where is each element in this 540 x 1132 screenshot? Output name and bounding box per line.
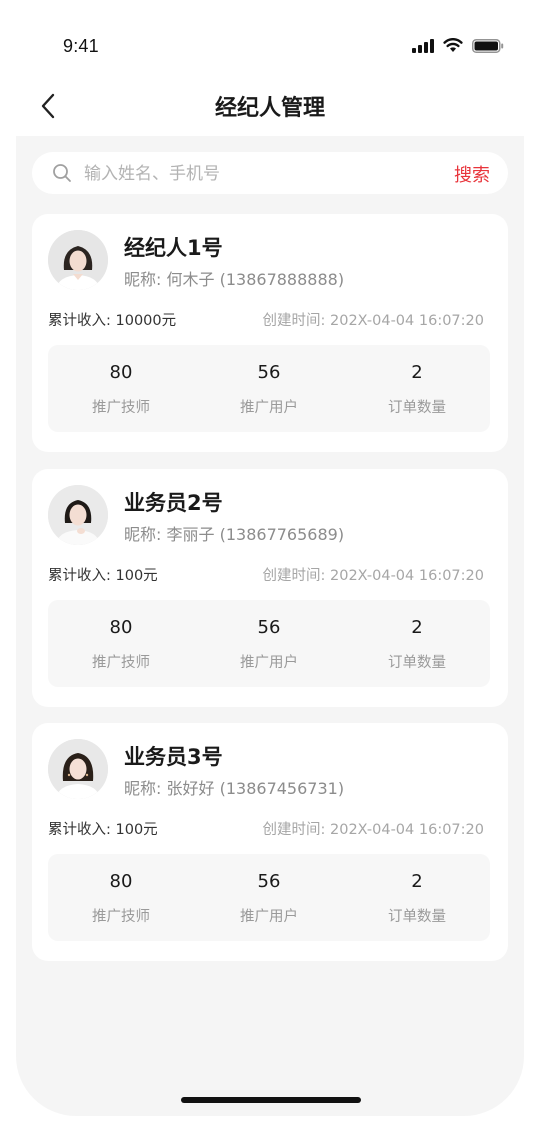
nickname: 张好好	[166, 779, 215, 798]
income-label: 累计收入:	[48, 313, 111, 329]
phone-number: (13867888888)	[219, 270, 345, 289]
nickname-row: 昵称: 何木子 (13867888888)	[124, 266, 344, 290]
stats-box: 80 推广技师 56 推广用户 2 订单数量	[48, 854, 490, 941]
nickname: 李丽子	[166, 525, 215, 544]
stat-promoted-technicians[interactable]: 80 推广技师	[61, 854, 181, 941]
stats-box: 80 推广技师 56 推广用户 2 订单数量	[48, 600, 490, 687]
agent-name: 业务员3号	[124, 745, 223, 769]
created-label: 创建时间:	[262, 313, 326, 329]
stat-order-count[interactable]: 2 订单数量	[357, 600, 477, 687]
stat-label: 订单数量	[388, 909, 446, 925]
phone-number: (13867456731)	[219, 779, 345, 798]
wifi-icon	[443, 38, 463, 52]
nickname-row: 昵称: 李丽子 (13867765689)	[124, 521, 344, 545]
income-value: 10000元	[115, 313, 177, 329]
avatar-portrait-icon	[48, 485, 108, 545]
nav-header: 经纪人管理	[0, 80, 540, 136]
status-bar: 9:41	[0, 0, 540, 80]
avatar	[48, 739, 108, 799]
home-indicator	[181, 1097, 361, 1103]
stat-value: 80	[109, 871, 133, 892]
income-value: 100元	[115, 822, 158, 838]
status-icons	[412, 38, 504, 53]
stat-promoted-users[interactable]: 56 推广用户	[209, 345, 329, 432]
avatar-portrait-icon	[48, 230, 108, 290]
stat-value: 80	[109, 362, 133, 383]
avatar-portrait-icon	[48, 739, 108, 799]
agent-card[interactable]: 业务员2号 昵称: 李丽子 (13867765689) 累计收入: 100元 创…	[32, 469, 508, 707]
income-value: 100元	[115, 568, 158, 584]
signal-icon	[412, 38, 434, 53]
created-row: 创建时间: 202X-04-04 16:07:20	[263, 564, 485, 585]
search-button[interactable]: 搜索	[454, 161, 490, 187]
income-row: 累计收入: 100元	[48, 564, 158, 585]
income-row: 累计收入: 100元	[48, 818, 158, 839]
stats-box: 80 推广技师 56 推广用户 2 订单数量	[48, 345, 490, 432]
agent-card[interactable]: 业务员3号 昵称: 张好好 (13867456731) 累计收入: 100元 创…	[32, 723, 508, 961]
stat-label: 推广用户	[240, 400, 298, 416]
agent-name: 经纪人1号	[124, 236, 223, 260]
stat-value: 2	[411, 617, 423, 638]
status-time: 9:41	[63, 36, 99, 56]
phone-screen: 9:41 经纪人管理 输入姓名、手机号 搜索 经纪人1号 昵称: 何木子 (13…	[0, 0, 540, 1132]
phone-number: (13867765689)	[219, 525, 345, 544]
income-row: 累计收入: 10000元	[48, 309, 176, 330]
income-label: 累计收入:	[48, 568, 111, 584]
content-area: 搜索 经纪人1号 昵称: 何木子 (13867888888) 累计收入:	[16, 136, 524, 1116]
search-bar: 搜索	[32, 152, 508, 194]
stat-value: 2	[411, 871, 423, 892]
stat-value: 56	[257, 362, 281, 383]
stat-label: 订单数量	[388, 400, 446, 416]
created-row: 创建时间: 202X-04-04 16:07:20	[263, 818, 485, 839]
stat-promoted-users[interactable]: 56 推广用户	[209, 600, 329, 687]
stat-value: 2	[411, 362, 423, 383]
income-label: 累计收入:	[48, 822, 111, 838]
created-label: 创建时间:	[262, 822, 326, 838]
stat-label: 推广技师	[92, 909, 150, 925]
stat-promoted-technicians[interactable]: 80 推广技师	[61, 600, 181, 687]
battery-icon	[472, 38, 504, 53]
nickname: 何木子	[166, 270, 215, 289]
created-value: 202X-04-04 16:07:20	[330, 313, 484, 329]
stat-label: 推广用户	[240, 655, 298, 671]
stat-value: 56	[257, 617, 281, 638]
page-title: 经纪人管理	[214, 96, 325, 121]
stat-order-count[interactable]: 2 订单数量	[357, 854, 477, 941]
stat-label: 推广技师	[92, 655, 150, 671]
avatar	[48, 485, 108, 545]
nickname-row: 昵称: 张好好 (13867456731)	[124, 775, 344, 799]
agent-card[interactable]: 经纪人1号 昵称: 何木子 (13867888888) 累计收入: 10000元…	[32, 214, 508, 452]
agent-name: 业务员2号	[124, 491, 223, 515]
stat-value: 80	[109, 617, 133, 638]
created-value: 202X-04-04 16:07:20	[330, 568, 484, 584]
search-input[interactable]	[82, 158, 426, 190]
stat-order-count[interactable]: 2 订单数量	[357, 345, 477, 432]
stat-label: 订单数量	[388, 655, 446, 671]
created-value: 202X-04-04 16:07:20	[330, 822, 484, 838]
stat-value: 56	[257, 871, 281, 892]
avatar	[48, 230, 108, 290]
stat-label: 推广技师	[92, 400, 150, 416]
created-row: 创建时间: 202X-04-04 16:07:20	[263, 309, 485, 330]
search-icon	[53, 164, 71, 182]
stat-promoted-users[interactable]: 56 推广用户	[209, 854, 329, 941]
stat-label: 推广用户	[240, 909, 298, 925]
created-label: 创建时间:	[262, 568, 326, 584]
nickname-label: 昵称:	[124, 525, 162, 544]
nickname-label: 昵称:	[124, 779, 162, 798]
nickname-label: 昵称:	[124, 270, 162, 289]
stat-promoted-technicians[interactable]: 80 推广技师	[61, 345, 181, 432]
